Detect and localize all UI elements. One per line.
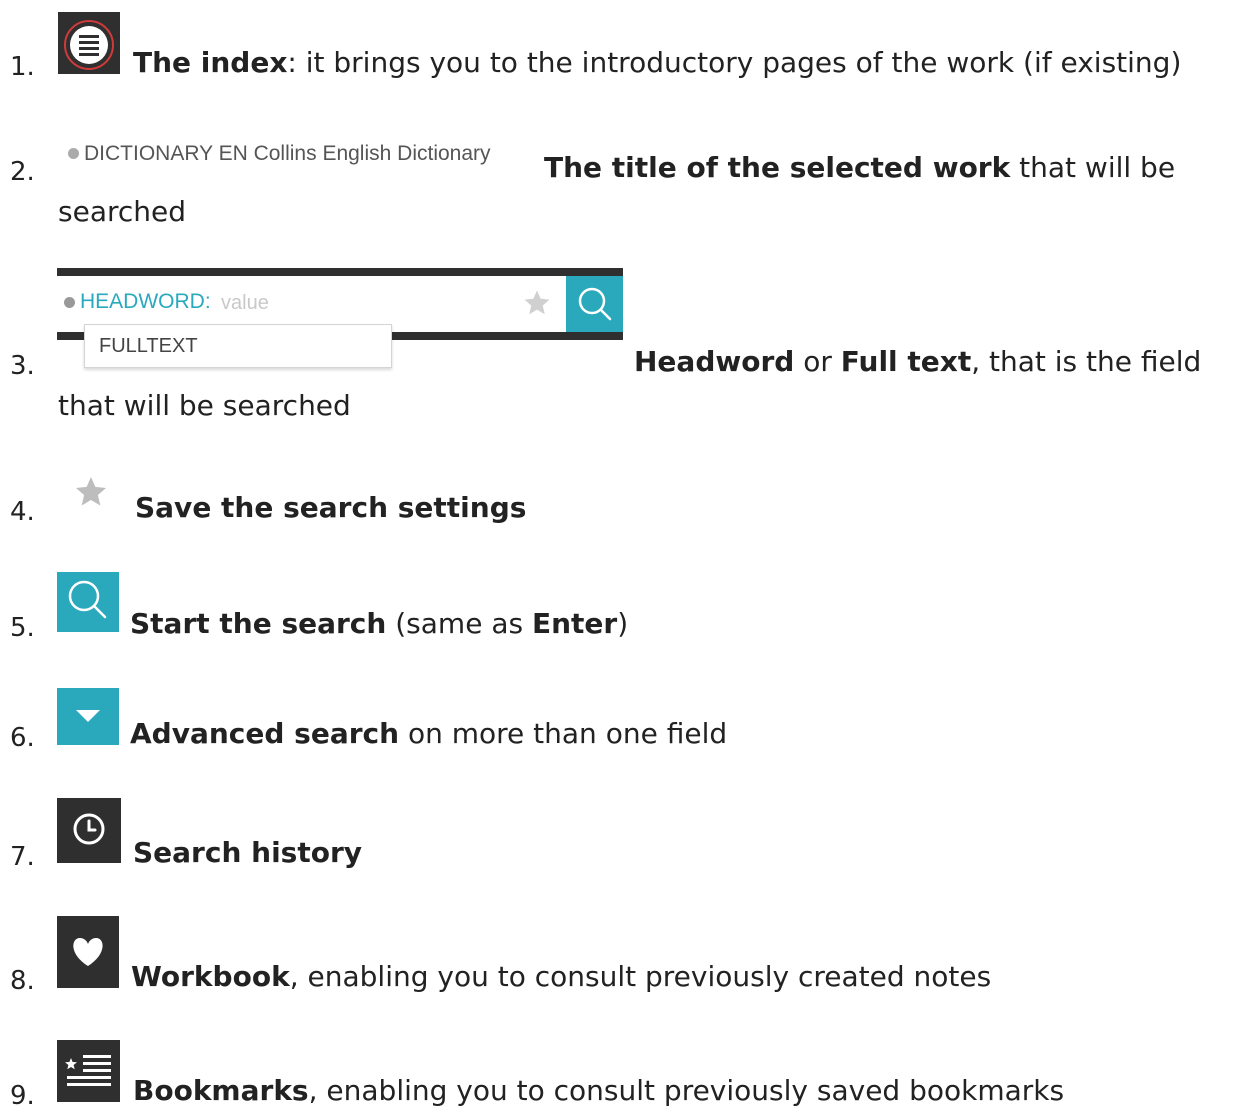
star-icon[interactable]	[73, 474, 109, 510]
item-number: 8.	[10, 966, 35, 996]
item-number: 1.	[10, 52, 35, 82]
search-button[interactable]	[566, 276, 623, 332]
heart-icon	[73, 938, 103, 966]
item-8-text: Workbook, enabling you to consult previo…	[131, 960, 992, 993]
item-number: 4.	[10, 497, 35, 527]
remove-icon[interactable]	[68, 148, 79, 159]
item-3-text: Headword or Full text, that is the field	[634, 345, 1202, 378]
item-4-text: Save the search settings	[135, 491, 527, 524]
field-selector[interactable]: HEADWORD:	[64, 290, 211, 314]
item-6-text: Advanced search on more than one field	[130, 717, 728, 750]
search-icon	[68, 580, 107, 619]
search-placeholder: value	[221, 292, 269, 314]
item-9-text: Bookmarks, enabling you to consult previ…	[133, 1074, 1065, 1107]
item-number: 3.	[10, 351, 35, 381]
item-1-text: The index: it brings you to the introduc…	[133, 46, 1182, 79]
item-number: 5.	[10, 613, 35, 643]
work-title-chip[interactable]: DICTIONARY EN Collins English Dictionary	[68, 142, 491, 166]
field-dropdown[interactable]: FULLTEXT	[84, 324, 392, 368]
item-number: 6.	[10, 723, 35, 753]
bookmarks-button[interactable]	[57, 1040, 120, 1102]
advanced-search-button[interactable]	[57, 688, 119, 745]
item-number: 9.	[10, 1081, 35, 1111]
item-2-text: The title of the selected work that will…	[544, 151, 1176, 184]
search-icon	[578, 287, 612, 321]
index-icon[interactable]	[58, 12, 120, 74]
workbook-button[interactable]	[57, 916, 119, 988]
item-number: 2.	[10, 157, 35, 187]
history-button[interactable]	[57, 798, 121, 863]
item-2-text-cont: searched	[58, 195, 187, 228]
bookmark-list-icon	[65, 1055, 111, 1086]
item-7-text: Search history	[133, 836, 363, 869]
searchbar-border-top	[57, 268, 623, 276]
remove-icon[interactable]	[64, 297, 75, 308]
clock-icon	[73, 813, 105, 845]
item-5-text: Start the search (same as Enter)	[130, 607, 629, 640]
item-3-text-cont: that will be searched	[58, 389, 351, 422]
search-button[interactable]	[57, 572, 119, 632]
item-number: 7.	[10, 842, 35, 872]
chevron-down-icon	[76, 710, 100, 722]
star-icon[interactable]	[522, 288, 552, 318]
dropdown-option-fulltext[interactable]: FULLTEXT	[99, 335, 198, 358]
